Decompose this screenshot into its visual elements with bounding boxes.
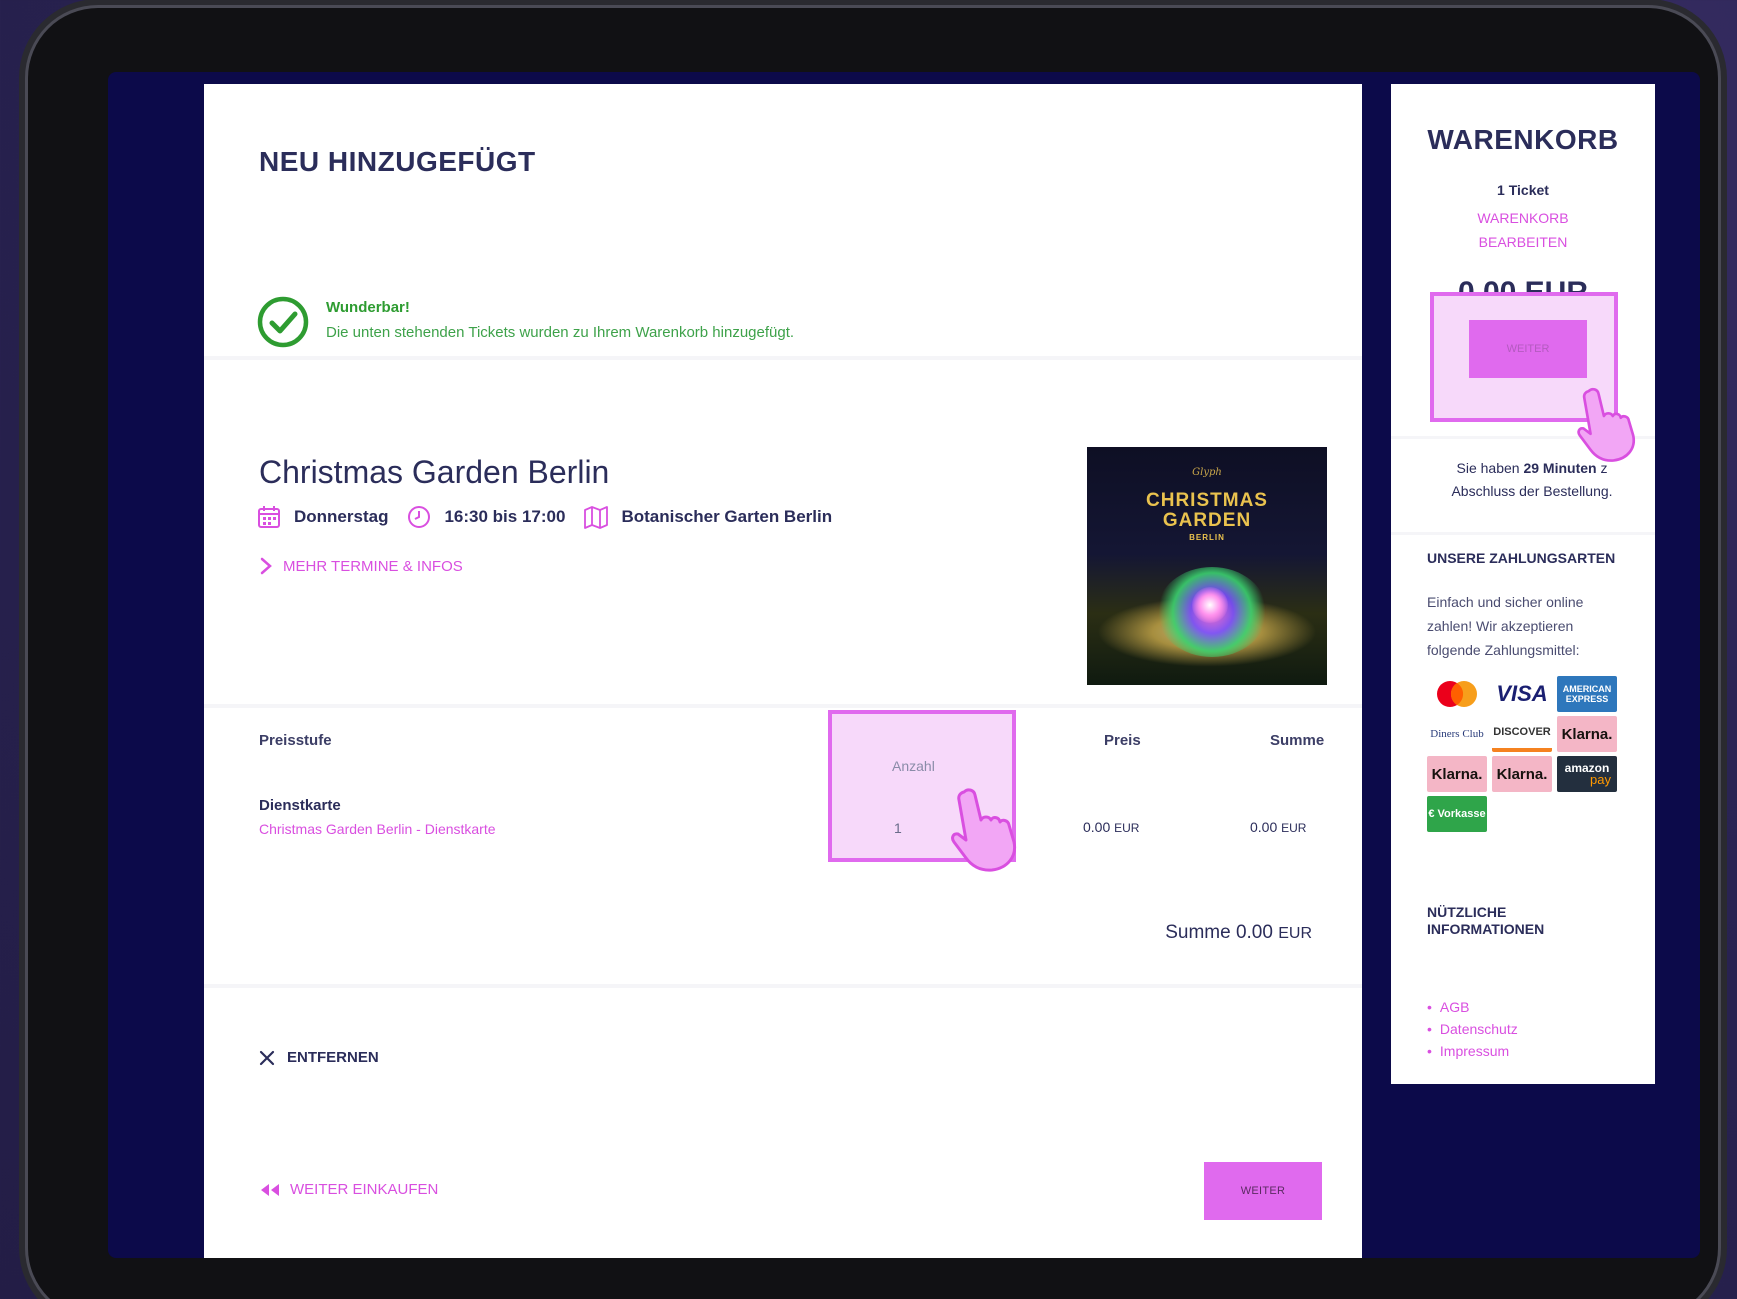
time-remaining: Sie haben 29 Minuten z Abschluss der Bes…	[1451, 460, 1613, 499]
event-image-ornament: Glyph	[1192, 467, 1222, 478]
event-day: Donnerstag	[294, 507, 389, 526]
cart-count: 1 Ticket	[1497, 182, 1549, 198]
col-header-qty: Anzahl	[892, 758, 935, 774]
cart-sidebar: WARENKORB 1 Ticket WARENKORB BEARBEITEN …	[1391, 84, 1655, 1084]
payment-methods: VISA AMERICAN EXPRESS Diners Club DISCOV…	[1427, 676, 1617, 832]
edit-cart-link[interactable]: WARENKORB BEARBEITEN	[1391, 206, 1655, 254]
amazon-pay-icon: amazon pay	[1557, 756, 1617, 792]
continue-button[interactable]: WEITER	[1204, 1162, 1322, 1220]
continue-shopping-link[interactable]: WEITER EINKAUFEN	[259, 1181, 438, 1198]
privacy-link[interactable]: Datenschutz	[1427, 1018, 1518, 1040]
quantity-value[interactable]: 1	[894, 820, 902, 836]
remove-button[interactable]: ENTFERNEN	[259, 1049, 379, 1066]
klarna-icon: Klarna.	[1492, 756, 1552, 792]
visa-icon: VISA	[1492, 676, 1552, 712]
order-total: Summe 0.00 EUR	[1165, 922, 1312, 943]
ticket-tier-sub[interactable]: Christmas Garden Berlin - Dienstkarte	[259, 821, 496, 837]
event-location: Botanischer Garten Berlin	[621, 507, 833, 526]
close-icon	[259, 1050, 275, 1065]
event-image-lights	[1192, 587, 1228, 623]
col-header-tier: Preisstufe	[259, 732, 332, 749]
info-heading: NÜTZLICHE INFORMATIONEN	[1427, 904, 1545, 937]
checkout-button[interactable]: WEITER	[1469, 320, 1587, 378]
klarna-icon: Klarna.	[1427, 756, 1487, 792]
chevron-right-icon	[260, 557, 272, 575]
event-time: 16:30 bis 17:00	[444, 507, 566, 526]
event-title: Christmas Garden Berlin	[259, 454, 610, 490]
event-image: Glyph CHRISTMAS GARDEN BERLIN	[1087, 447, 1327, 685]
success-heading: Wunderbar!	[326, 299, 410, 316]
map-icon	[584, 506, 609, 529]
amex-icon: AMERICAN EXPRESS	[1557, 676, 1617, 712]
cart-title: WARENKORB	[1427, 124, 1619, 155]
divider	[204, 704, 1362, 708]
rewind-icon	[261, 1183, 279, 1196]
agb-link[interactable]: AGB	[1427, 996, 1518, 1018]
tablet-frame: NEU HINZUGEFÜGT Wunderbar! Die unten ste…	[28, 8, 1718, 1299]
event-image-title: CHRISTMAS GARDEN	[1146, 490, 1268, 531]
payments-heading: UNSERE ZAHLUNGSARTEN	[1427, 550, 1616, 566]
payments-description: Einfach und sicher online zahlen! Wir ak…	[1427, 594, 1584, 658]
remove-label: ENTFERNEN	[287, 1049, 379, 1066]
discover-icon: DISCOVER	[1492, 716, 1552, 752]
mastercard-icon	[1427, 676, 1487, 712]
event-image-subtitle: BERLIN	[1189, 533, 1225, 542]
checkmark-circle-icon	[257, 296, 309, 348]
screen: NEU HINZUGEFÜGT Wunderbar! Die unten ste…	[108, 72, 1700, 1258]
calendar-icon	[258, 506, 280, 528]
quantity-highlight[interactable]: Anzahl 1	[828, 710, 1016, 862]
clock-icon	[408, 506, 431, 528]
event-meta: Donnerstag 16:30 bis 17:00 Botanischer G…	[256, 504, 850, 530]
price-cell: 0.00 EUR	[1083, 819, 1140, 835]
col-header-price: Preis	[1104, 732, 1141, 749]
ticket-tier: Dienstkarte	[259, 797, 341, 814]
more-dates-link[interactable]: MEHR TERMINE & INFOS	[259, 557, 463, 575]
sum-cell: 0.00 EUR	[1250, 819, 1307, 835]
checkout-highlight: WEITER	[1430, 292, 1618, 422]
divider	[1391, 532, 1655, 535]
imprint-link[interactable]: Impressum	[1427, 1040, 1518, 1062]
main-card: NEU HINZUGEFÜGT Wunderbar! Die unten ste…	[204, 84, 1362, 1258]
page-title: NEU HINZUGEFÜGT	[259, 146, 536, 177]
divider	[204, 356, 1362, 360]
success-message: Wunderbar! Die unten stehenden Tickets w…	[256, 296, 794, 349]
divider	[204, 984, 1362, 988]
info-links: AGB Datenschutz Impressum	[1427, 996, 1518, 1062]
success-text: Wunderbar! Die unten stehenden Tickets w…	[326, 299, 794, 341]
diners-club-icon: Diners Club	[1427, 716, 1487, 752]
vorkasse-icon: € Vorkasse	[1427, 796, 1487, 832]
continue-shopping-label: WEITER EINKAUFEN	[290, 1181, 439, 1198]
success-body: Die unten stehenden Tickets wurden zu Ih…	[326, 324, 795, 341]
divider	[1391, 436, 1655, 439]
col-header-sum: Summe	[1270, 732, 1325, 749]
more-dates-label: MEHR TERMINE & INFOS	[283, 557, 463, 575]
klarna-icon: Klarna.	[1557, 716, 1617, 752]
